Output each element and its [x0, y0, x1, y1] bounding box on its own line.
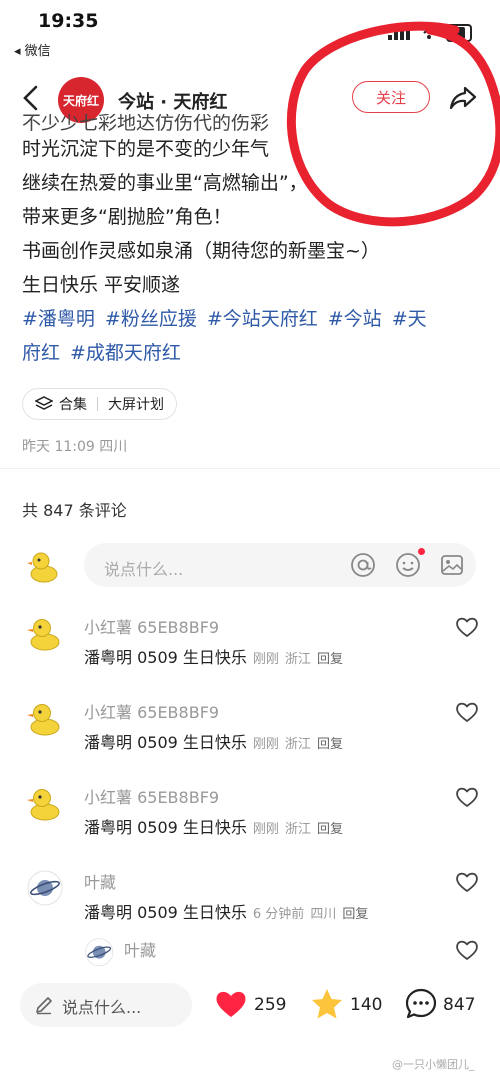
comment-time: 6 分钟前	[252, 907, 305, 922]
layers-icon	[35, 396, 53, 410]
wifi-icon	[420, 25, 438, 39]
comment-time: 刚刚	[252, 652, 279, 667]
comment-item: 小红薯 65EB8BF9 潘粤明 0509 生日快乐 刚刚 浙江 回复	[0, 612, 500, 682]
post-line: 时光沉淀下的是不变的少年气	[22, 138, 270, 160]
follow-button[interactable]: 关注	[352, 81, 430, 113]
reply-link[interactable]: 回复	[317, 652, 343, 667]
post-line: 生日快乐 平安顺遂	[22, 274, 181, 296]
comment-text: 潘粤明 0509 生日快乐	[84, 648, 247, 667]
like-heart-icon[interactable]	[455, 871, 479, 893]
comment-author[interactable]: 小红薯 65EB8BF9	[84, 614, 219, 638]
hashtag-link[interactable]: #天	[392, 308, 427, 330]
like-heart-icon[interactable]	[455, 786, 479, 808]
comment-text: 潘粤明 0509 生日快乐	[84, 903, 247, 922]
chip-plan-label[interactable]: 大屏计划	[108, 394, 164, 414]
comment-line: 潘粤明 0509 生日快乐 刚刚 浙江 回复	[84, 644, 343, 668]
comment-line: 潘粤明 0509 生日快乐 刚刚 浙江 回复	[84, 814, 343, 838]
like-heart-icon[interactable]	[455, 701, 479, 723]
hashtag-link[interactable]: #今站天府红	[207, 308, 318, 330]
comment-author[interactable]: 叶藏	[84, 869, 116, 893]
comment-location: 四川	[310, 907, 337, 922]
comment-author[interactable]: 小红薯 65EB8BF9	[84, 784, 219, 808]
comment-item: 叶藏潘粤明 0509 生日快乐 6 分钟前 四川 回复	[0, 867, 500, 937]
favorite-star-icon[interactable]	[310, 987, 344, 1021]
comment-location: 浙江	[284, 822, 311, 837]
avatar-logo-text: 天府红	[62, 93, 99, 108]
bottom-input-placeholder: 说点什么...	[62, 998, 142, 1017]
reply-link[interactable]: 回复	[342, 907, 368, 922]
duck-avatar-icon[interactable]	[26, 614, 64, 652]
comment-line: 潘粤明 0509 生日快乐 刚刚 浙江 回复	[84, 729, 343, 753]
collection-chip[interactable]: 合集 大屏计划	[22, 388, 177, 420]
comment-location: 浙江	[284, 737, 311, 752]
comment-item: 小红薯 65EB8BF9 潘粤明 0509 生日快乐 刚刚 浙江 回复	[0, 697, 500, 767]
battery-icon	[446, 24, 472, 42]
post-cut-line: 不少少七彩地达仿伤代的伤彩	[22, 114, 270, 132]
post-meta: 昨天 11:09 四川	[22, 439, 128, 455]
planet-avatar-icon[interactable]	[84, 937, 114, 967]
watermark: @一只小懒团儿_	[392, 1058, 475, 1071]
comment-time: 刚刚	[252, 737, 279, 752]
chip-collection-label: 合集	[59, 397, 87, 413]
duck-avatar-icon[interactable]	[26, 784, 64, 822]
pen-icon	[36, 997, 52, 1015]
comment-total-count: 847	[443, 995, 476, 1015]
reply-link[interactable]: 回复	[317, 822, 343, 837]
comment-text: 潘粤明 0509 生日快乐	[84, 733, 247, 752]
emoji-icon[interactable]	[395, 552, 421, 578]
back-arrow-icon[interactable]	[20, 84, 42, 112]
comment-time: 刚刚	[252, 822, 279, 837]
hashtag-link[interactable]: #粉丝应援	[105, 308, 197, 330]
hashtag-link[interactable]: 府红	[22, 342, 60, 364]
comment-author[interactable]: 叶藏	[124, 937, 156, 961]
like-count: 259	[254, 995, 287, 1015]
hashtag-link[interactable]: #今站	[328, 308, 382, 330]
share-icon[interactable]	[448, 84, 478, 112]
post-body: 不少少七彩地达仿伤代的伤彩 时光沉淀下的是不变的少年气 继续在热爱的事业里“高燃…	[22, 114, 482, 370]
post-line: 带来更多“剧抛脸”角色！	[22, 206, 232, 228]
reply-link[interactable]: 回复	[317, 737, 343, 752]
comment-count: 共 847 条评论	[22, 501, 127, 520]
duck-avatar-icon[interactable]	[26, 699, 64, 737]
planet-avatar-icon[interactable]	[26, 869, 64, 907]
comment-bubble-icon[interactable]	[404, 987, 438, 1021]
chip-divider	[97, 397, 98, 411]
account-name[interactable]: 今站 · 天府红	[118, 88, 227, 114]
hashtag-row: #潘粤明 #粉丝应援 #今站天府红 #今站 #天	[22, 302, 482, 336]
signal-icon	[388, 26, 410, 40]
hashtag-row: 府红 #成都天府红	[22, 336, 482, 370]
like-heart-icon[interactable]	[455, 939, 479, 961]
post-line: 书画创作灵感如泉涌（期待您的新墨宝~）	[22, 240, 380, 262]
back-to-app-link[interactable]: ◂ 微信	[14, 40, 51, 59]
image-icon[interactable]	[440, 553, 464, 577]
comment-input-placeholder: 说点什么...	[104, 560, 184, 579]
comment-location: 浙江	[284, 652, 311, 667]
hashtag-link[interactable]: #潘粤明	[22, 308, 95, 330]
comment-line: 潘粤明 0509 生日快乐 6 分钟前 四川 回复	[84, 899, 368, 923]
status-time: 19:35	[38, 10, 99, 32]
like-heart-icon[interactable]	[455, 616, 479, 638]
post-line: 继续在热爱的事业里“高燃输出”，	[22, 172, 308, 194]
duck-avatar-icon	[27, 552, 58, 583]
section-divider	[0, 468, 500, 469]
hashtag-link[interactable]: #成都天府红	[70, 342, 181, 364]
comment-author[interactable]: 小红薯 65EB8BF9	[84, 699, 219, 723]
notification-dot	[418, 548, 425, 555]
at-mention-icon[interactable]	[350, 552, 376, 578]
favorite-count: 140	[350, 995, 383, 1015]
comment-item: 小红薯 65EB8BF9 潘粤明 0509 生日快乐 刚刚 浙江 回复	[0, 782, 500, 852]
comment-text: 潘粤明 0509 生日快乐	[84, 818, 247, 837]
like-heart-icon[interactable]	[214, 988, 248, 1020]
